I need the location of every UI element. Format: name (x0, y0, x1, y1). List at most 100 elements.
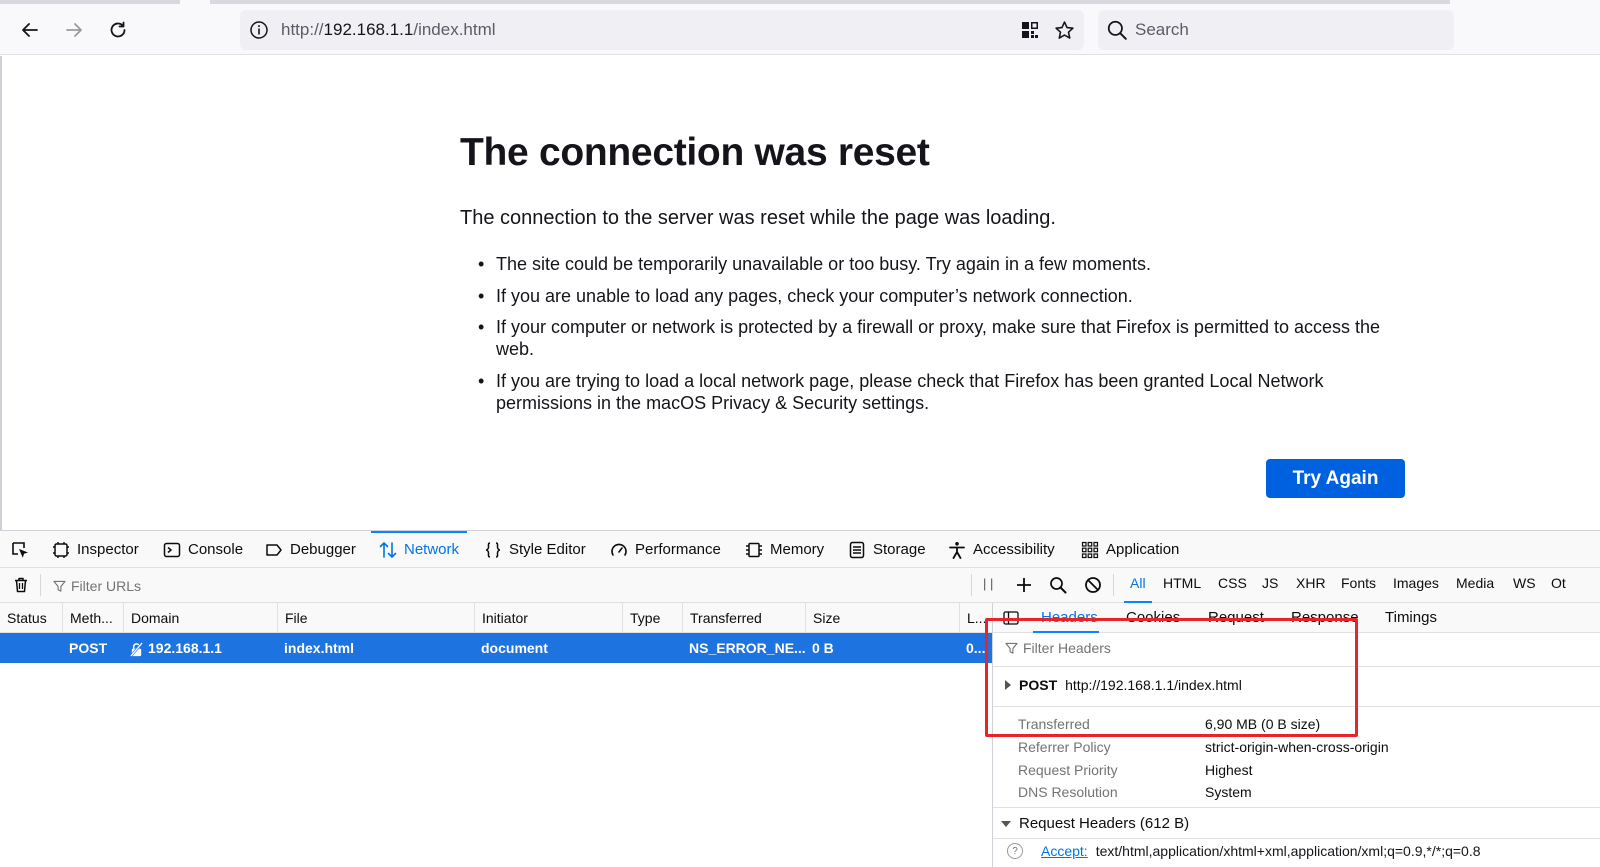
tab-storage[interactable]: Storage (848, 531, 926, 568)
search-icon (1107, 20, 1127, 40)
tab-label: Memory (770, 541, 825, 558)
detail-value: 6,90 MB (0 B size) (1205, 716, 1321, 732)
tab-label: Network (404, 541, 460, 558)
block-icon[interactable] (1084, 576, 1102, 594)
header-row: ? Accept: text/html,application/xhtml+xm… (1007, 843, 1481, 859)
tab-request[interactable]: Request (1208, 609, 1264, 626)
tab-console[interactable]: Console (163, 531, 243, 568)
request-details-panel: Headers Cookies Request Response Timings… (993, 603, 1600, 867)
devtools-panel: Inspector Console Debugger Network Style… (0, 530, 1600, 867)
filter-css[interactable]: CSS (1218, 575, 1247, 591)
tab-application[interactable]: Application (1081, 531, 1179, 568)
request-headers-section[interactable]: Request Headers (612 B) (1001, 815, 1189, 832)
column-type[interactable]: Type (622, 603, 682, 633)
tab-label: Inspector (77, 541, 139, 558)
tab-cookies[interactable]: Cookies (1126, 609, 1180, 626)
tab-memory[interactable]: Memory (745, 531, 824, 568)
url-host: 192.168.1.1 (323, 20, 414, 39)
filter-fonts[interactable]: Fonts (1341, 575, 1376, 591)
filter-urls-placeholder: Filter URLs (71, 578, 142, 594)
cell-domain: 192.168.1.1 (129, 633, 277, 663)
filter-other[interactable]: Ot (1551, 575, 1566, 591)
expand-triangle-icon (1005, 680, 1011, 690)
header-name[interactable]: Accept: (1041, 843, 1088, 859)
trash-icon[interactable] (12, 576, 30, 594)
site-info-button[interactable] (248, 19, 270, 41)
detail-key: Request Priority (1018, 762, 1118, 778)
search-bar[interactable]: Search (1098, 10, 1454, 50)
tab-inspector[interactable]: Inspector (52, 531, 139, 568)
filter-icon (1005, 642, 1018, 654)
filter-all[interactable]: All (1130, 575, 1146, 591)
details-tabbar: Headers Cookies Request Response Timings (993, 603, 1600, 633)
tab-accessibility[interactable]: Accessibility (948, 531, 1055, 568)
table-row[interactable]: POST 192.168.1.1 index.html document NS_… (0, 633, 992, 663)
network-toolbar: Filter URLs | | All HTML CSS JS XHR Font… (0, 568, 1600, 603)
toolbar-divider (1113, 574, 1114, 596)
filter-ws[interactable]: WS (1513, 575, 1536, 591)
network-icon (379, 541, 397, 558)
toolbar-divider (971, 574, 972, 596)
filter-images[interactable]: Images (1393, 575, 1439, 591)
detail-value: Highest (1205, 762, 1253, 778)
reload-icon (110, 21, 126, 38)
url-text[interactable]: http://192.168.1.1/index.html (281, 20, 496, 40)
error-title: The connection was reset (460, 131, 930, 174)
console-icon (163, 542, 181, 557)
detail-key: Transferred (1018, 716, 1090, 732)
column-method[interactable]: Meth... (62, 603, 123, 633)
element-picker-icon[interactable] (10, 540, 30, 560)
filter-media[interactable]: Media (1456, 575, 1494, 591)
tab-headers[interactable]: Headers (1041, 609, 1098, 626)
tab-label: Accessibility (973, 541, 1055, 558)
search-placeholder: Search (1135, 20, 1189, 39)
detail-key: DNS Resolution (1018, 784, 1118, 800)
browser-toolbar: http://192.168.1.1/index.html Search (0, 0, 1600, 55)
inspector-icon (53, 541, 69, 558)
column-size[interactable]: Size (805, 603, 959, 633)
tab-timings[interactable]: Timings (1385, 609, 1437, 626)
tab-response[interactable]: Response (1291, 609, 1359, 626)
column-domain[interactable]: Domain (123, 603, 277, 633)
tab-style-editor[interactable]: Style Editor (484, 531, 586, 568)
plus-icon[interactable] (1015, 576, 1033, 594)
bookmark-button[interactable] (1052, 18, 1076, 42)
column-file[interactable]: File (277, 603, 474, 633)
tab-label: Application (1106, 541, 1180, 558)
help-icon[interactable]: ? (1007, 843, 1023, 859)
filter-headers-input[interactable]: Filter Headers (1005, 640, 1111, 656)
filter-urls-input[interactable]: Filter URLs (53, 576, 141, 596)
error-suggestion-item: If you are trying to load a local networ… (460, 370, 1410, 414)
pause-button[interactable]: | | (983, 576, 993, 591)
tab-performance[interactable]: Performance (610, 531, 721, 568)
try-again-button[interactable]: Try Again (1266, 459, 1405, 498)
toggle-sidebar-icon[interactable] (1003, 610, 1019, 626)
tab-label: Storage (873, 541, 926, 558)
qr-code-button[interactable] (1018, 18, 1042, 42)
tab-label: Performance (635, 541, 721, 558)
tab-network[interactable]: Network (370, 531, 468, 568)
tab-debugger[interactable]: Debugger (265, 531, 356, 568)
forward-button[interactable] (58, 14, 90, 46)
column-last[interactable]: L... (959, 603, 992, 633)
back-button[interactable] (14, 14, 46, 46)
cell-method: POST (69, 640, 108, 656)
reload-button[interactable] (102, 14, 134, 46)
cell-file: index.html (284, 640, 355, 656)
column-status[interactable]: Status (0, 603, 62, 633)
detail-value: System (1205, 784, 1252, 800)
column-initiator[interactable]: Initiator (474, 603, 622, 633)
request-summary[interactable]: POST http://192.168.1.1/index.html (1005, 677, 1242, 693)
qr-code-icon (1022, 22, 1038, 38)
accessibility-icon (949, 541, 965, 559)
filter-xhr[interactable]: XHR (1296, 575, 1326, 591)
filter-html[interactable]: HTML (1163, 575, 1201, 591)
filter-js[interactable]: JS (1262, 575, 1278, 591)
tab-headers-indicator (1033, 631, 1099, 633)
tab-label: Console (188, 541, 244, 558)
search-icon[interactable] (1049, 576, 1067, 594)
column-transferred[interactable]: Transferred (682, 603, 805, 633)
error-description: The connection to the server was reset w… (460, 207, 1056, 229)
tab-strip-segment (0, 0, 180, 4)
url-bar[interactable]: http://192.168.1.1/index.html (240, 10, 1084, 50)
